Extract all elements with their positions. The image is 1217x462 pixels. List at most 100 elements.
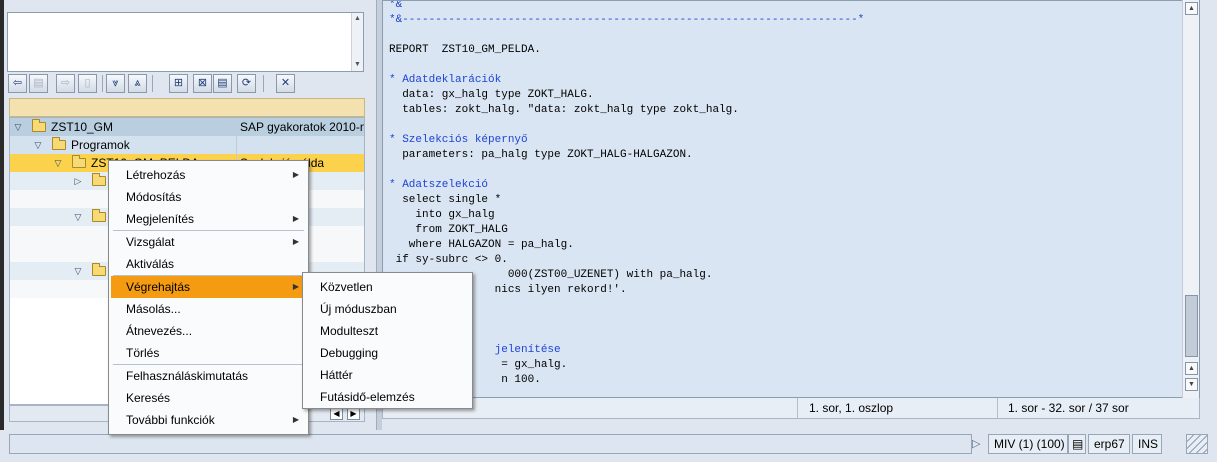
code-line[interactable] bbox=[389, 298, 1179, 313]
menu-item-label: Vizsgálat bbox=[126, 235, 175, 249]
code-comment-line[interactable]: * Adatdeklarációk bbox=[389, 73, 1179, 88]
menu-item-more-functions[interactable]: További funkciók ▶ bbox=[111, 409, 306, 431]
code-line[interactable]: from ZOKT_HALG bbox=[389, 223, 1179, 238]
expand-triangle-icon[interactable]: ▽ bbox=[72, 262, 84, 280]
code-line[interactable]: into gx_halg bbox=[389, 208, 1179, 223]
window-right-edge bbox=[1200, 0, 1217, 430]
code-line[interactable]: tables: zokt_halg. "data: zokt_halg type… bbox=[389, 103, 1179, 118]
menu-item-delete[interactable]: Törlés bbox=[111, 342, 306, 364]
menu-item-label: Másolás... bbox=[126, 302, 181, 316]
code-line[interactable] bbox=[389, 118, 1179, 133]
scroll-left-icon[interactable]: ◀ bbox=[330, 408, 343, 420]
line-range: 1. sor - 32. sor / 37 sor bbox=[997, 398, 1187, 418]
code-line[interactable]: where HALGAZON = pa_halg. bbox=[389, 238, 1179, 253]
context-menu: Létrehozás ▶ Módosítás Megjelenítés ▶ Vizsgál… bbox=[108, 160, 309, 435]
menu-item-label: Felhasználáskimutatás bbox=[126, 369, 249, 383]
menu-item-find[interactable]: Keresés bbox=[111, 387, 306, 409]
code-line[interactable] bbox=[389, 28, 1179, 43]
collapse-icon[interactable]: ⩔ bbox=[106, 74, 125, 93]
scroll-up-icon[interactable]: ▲ bbox=[1185, 362, 1198, 375]
folder-icon bbox=[92, 209, 106, 222]
submenu-item-background[interactable]: Háttér bbox=[305, 364, 470, 386]
expand-triangle-icon[interactable]: ▷ bbox=[72, 172, 84, 190]
code-line[interactable] bbox=[389, 328, 1179, 343]
code-line[interactable]: data: gx_halg type ZOKT_HALG. bbox=[389, 88, 1179, 103]
menu-item-activate[interactable]: Aktiválás bbox=[111, 253, 306, 275]
abap-editor[interactable]: *& *&------------------------------------… bbox=[382, 0, 1200, 398]
menu-item-label: További funkciók bbox=[126, 413, 215, 427]
expand-triangle-icon[interactable]: ▽ bbox=[32, 136, 44, 154]
system-info[interactable]: MIV (1) (100) bbox=[988, 434, 1068, 454]
code-area[interactable]: *& *&------------------------------------… bbox=[389, 1, 1179, 397]
menu-item-check[interactable]: Vizsgálat ▶ bbox=[111, 231, 306, 253]
display-icon[interactable]: ▤ bbox=[29, 74, 48, 93]
submenu-item-new-session[interactable]: Új móduszban bbox=[305, 298, 470, 320]
code-comment-line[interactable]: *& bbox=[389, 1, 1179, 13]
editor-vertical-scrollbar[interactable]: ▲ ▲ ▼ bbox=[1182, 0, 1199, 398]
code-line[interactable]: if sy-subrc <> 0. bbox=[389, 253, 1179, 268]
menu-item-change[interactable]: Módosítás bbox=[111, 186, 306, 208]
document-icon[interactable]: ▤ bbox=[213, 74, 232, 93]
submenu-arrow-icon: ▶ bbox=[292, 415, 299, 424]
message-area[interactable]: ▲ ▼ bbox=[7, 12, 364, 72]
refresh-icon[interactable]: ⟳ bbox=[237, 74, 256, 93]
scroll-right-icon[interactable]: ▶ bbox=[347, 408, 360, 420]
submenu-item-unit-test[interactable]: Modulteszt bbox=[305, 320, 470, 342]
submenu-item-direct[interactable]: Közvetlen bbox=[305, 276, 470, 298]
submenu-item-debugging[interactable]: Debugging bbox=[305, 342, 470, 364]
expand-triangle-icon[interactable]: ▽ bbox=[52, 154, 64, 172]
tree-node-label: ZST10_GM bbox=[51, 120, 114, 134]
toolbar-divider bbox=[152, 75, 153, 92]
code-comment-line[interactable]: * Adatszelekció bbox=[389, 178, 1179, 193]
session-icon[interactable]: ▤ bbox=[1068, 434, 1086, 454]
resize-grip[interactable] bbox=[1186, 434, 1208, 454]
code-comment-line[interactable]: *&--------------------------------------… bbox=[389, 13, 1179, 28]
code-comment-line[interactable]: jelenítése bbox=[389, 343, 1179, 358]
grid-icon[interactable]: ⊠ bbox=[193, 74, 212, 93]
hierarchy-icon[interactable]: ⊞ bbox=[169, 74, 188, 93]
menu-item-display[interactable]: Megjelenítés ▶ bbox=[111, 208, 306, 230]
code-line[interactable]: nics ilyen rekord!'. bbox=[389, 283, 1179, 298]
play-triangle-icon[interactable]: ▷ bbox=[972, 435, 986, 453]
code-line[interactable]: REPORT ZST10_GM_PELDA. bbox=[389, 43, 1179, 58]
folder-icon bbox=[72, 155, 86, 168]
status-message-field[interactable] bbox=[9, 434, 972, 454]
menu-item-create[interactable]: Létrehozás ▶ bbox=[111, 164, 306, 186]
code-line[interactable]: parameters: pa_halg type ZOKT_HALG-HALGA… bbox=[389, 148, 1179, 163]
folder-icon bbox=[32, 119, 46, 132]
document-icon[interactable]: ▯ bbox=[78, 74, 97, 93]
code-line[interactable] bbox=[389, 163, 1179, 178]
execute-submenu: Közvetlen Új móduszban Modulteszt Debugging… bbox=[302, 272, 473, 409]
scroll-down-icon[interactable]: ▼ bbox=[1185, 378, 1198, 391]
tree-row-programs[interactable]: ▽ Programok bbox=[10, 136, 364, 154]
expand-triangle-icon[interactable]: ▽ bbox=[72, 208, 84, 226]
code-line[interactable]: n 100. bbox=[389, 373, 1179, 388]
forward-arrow-icon[interactable]: ⇨ bbox=[56, 74, 75, 93]
code-line[interactable] bbox=[389, 313, 1179, 328]
menu-item-copy[interactable]: Másolás... bbox=[111, 298, 306, 320]
menu-item-where-used[interactable]: Felhasználáskimutatás bbox=[111, 365, 306, 387]
code-line[interactable]: 000(ZST00_UZENET) with pa_halg. bbox=[389, 268, 1179, 283]
folder-open-icon bbox=[92, 263, 106, 276]
menu-item-rename[interactable]: Átnevezés... bbox=[111, 320, 306, 342]
cursor-position: 1. sor, 1. oszlop bbox=[797, 398, 997, 418]
window-edge bbox=[0, 0, 4, 430]
back-arrow-icon[interactable]: ⇦ bbox=[8, 74, 27, 93]
submenu-item-runtime-analysis[interactable]: Futásidő-elemzés bbox=[305, 386, 470, 408]
message-area-scrollbar[interactable]: ▲ ▼ bbox=[351, 13, 363, 71]
close-icon[interactable]: ✕ bbox=[276, 74, 295, 93]
tree-row-package[interactable]: ▽ ZST10_GM SAP gyakoratok 2010-n bbox=[10, 118, 364, 136]
code-line[interactable] bbox=[389, 388, 1179, 397]
expand-triangle-icon[interactable]: ▽ bbox=[12, 118, 24, 136]
menu-item-execute[interactable]: Végrehajtás ▶ bbox=[111, 276, 306, 298]
scroll-down-icon[interactable]: ▼ bbox=[352, 59, 363, 70]
code-line[interactable]: = gx_halg. bbox=[389, 358, 1179, 373]
expand-icon[interactable]: ⩓ bbox=[128, 74, 147, 93]
code-line[interactable]: select single * bbox=[389, 193, 1179, 208]
menu-item-label: Átnevezés... bbox=[126, 324, 193, 338]
scrollbar-thumb[interactable] bbox=[1185, 295, 1198, 357]
code-line[interactable] bbox=[389, 58, 1179, 73]
scroll-up-icon[interactable]: ▲ bbox=[1185, 2, 1198, 15]
code-comment-line[interactable]: * Szelekciós képernyő bbox=[389, 133, 1179, 148]
scroll-up-icon[interactable]: ▲ bbox=[352, 13, 363, 24]
